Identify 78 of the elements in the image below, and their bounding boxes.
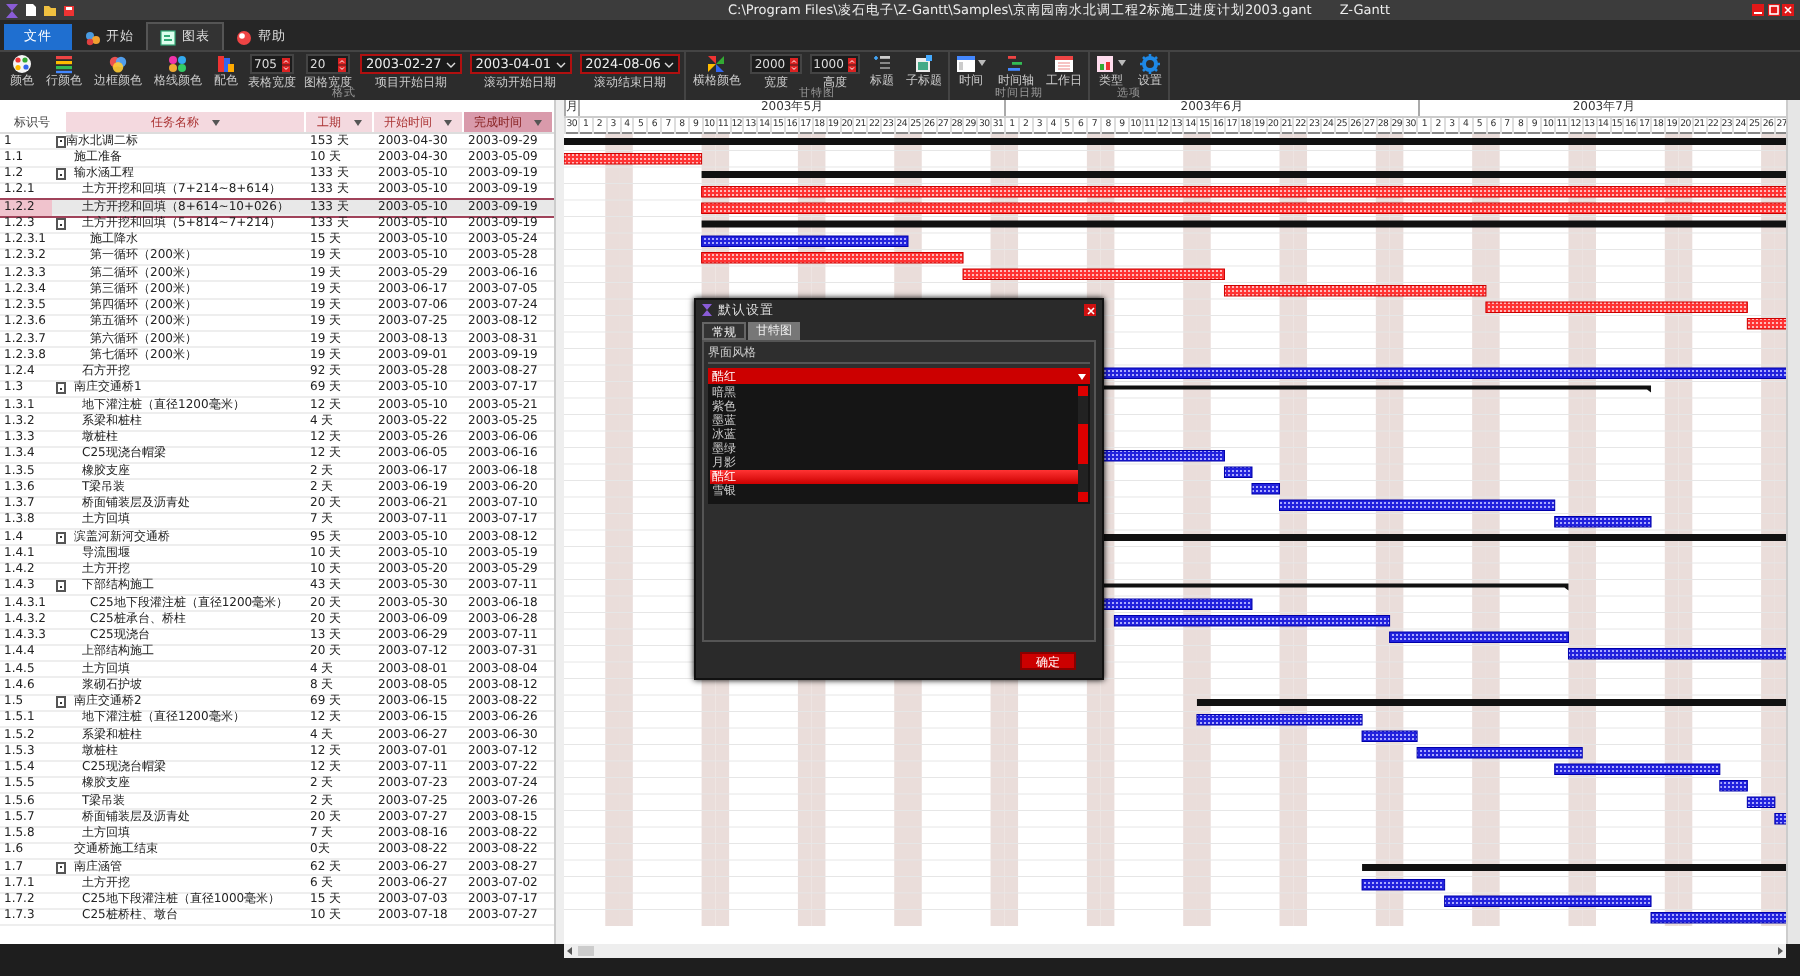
picture-frame-icon <box>1095 53 1116 73</box>
caret-icon <box>1117 60 1126 66</box>
timeline-icon <box>1005 53 1026 73</box>
task-bar[interactable] <box>1113 615 1391 627</box>
task-bar[interactable] <box>1444 895 1652 907</box>
task-bar[interactable] <box>1279 499 1556 511</box>
close-icon <box>1782 4 1794 16</box>
collapse-icon[interactable] <box>56 580 66 593</box>
task-bar[interactable] <box>1554 763 1721 775</box>
task-bar[interactable] <box>1650 912 1786 924</box>
close-icon <box>1085 305 1095 315</box>
task-bar[interactable] <box>1746 796 1776 808</box>
new-file-button[interactable] <box>26 4 36 16</box>
calendar-icon <box>955 53 976 73</box>
caret-icon <box>1078 373 1086 379</box>
task-bar[interactable] <box>1223 466 1253 478</box>
title-icon <box>871 53 892 73</box>
chevron-icon <box>445 61 456 67</box>
collapse-icon[interactable] <box>56 531 66 544</box>
folder-icon <box>44 5 56 15</box>
scroll-thumb[interactable] <box>578 946 594 956</box>
task-bar[interactable] <box>1416 747 1583 759</box>
close-button[interactable] <box>1782 4 1794 16</box>
collapse-icon[interactable] <box>56 696 66 709</box>
scrollbar[interactable] <box>1078 386 1088 502</box>
chevron-icon <box>555 61 566 67</box>
collapse-icon[interactable] <box>56 217 66 230</box>
save-button[interactable] <box>64 5 74 15</box>
dropdown-icon <box>534 119 542 125</box>
chevron-icon <box>664 61 675 67</box>
help-icon <box>236 29 252 45</box>
scroll-right-icon <box>1776 946 1784 956</box>
task-bar[interactable] <box>1554 516 1652 528</box>
task-bar[interactable] <box>1361 879 1446 891</box>
color-dots-icon <box>168 53 188 73</box>
task-bar[interactable] <box>1719 780 1748 792</box>
caret-icon <box>977 60 986 66</box>
collapse-icon[interactable] <box>56 382 66 395</box>
maximize-button[interactable] <box>1767 4 1779 16</box>
chart-icon <box>160 29 176 45</box>
swatch-icon <box>216 53 236 73</box>
spinner-icon <box>282 57 290 71</box>
calendar-grid-icon <box>1053 53 1074 73</box>
gear-icon <box>1139 53 1160 73</box>
dropdown-icon <box>353 119 361 125</box>
minimize-button[interactable] <box>1752 4 1764 16</box>
rows-icon <box>54 53 74 73</box>
new-file-icon <box>26 4 36 16</box>
task-bar[interactable] <box>1196 714 1363 726</box>
task-bar[interactable] <box>1774 813 1786 825</box>
task-bar[interactable] <box>1251 483 1280 495</box>
pinwheel-icon <box>706 53 727 73</box>
dropdown-icon <box>211 119 219 125</box>
scroll-left-icon <box>566 946 574 956</box>
collapse-icon[interactable] <box>56 861 66 874</box>
task-bar[interactable] <box>1389 631 1569 643</box>
save-icon <box>64 5 74 15</box>
splitter-handle[interactable] <box>554 100 564 944</box>
spinner-icon <box>847 57 856 71</box>
maximize-icon <box>1767 4 1779 16</box>
dots-icon <box>84 29 100 45</box>
collapse-icon[interactable] <box>56 168 66 181</box>
scroll-thumb[interactable] <box>1078 424 1088 464</box>
task-bar[interactable] <box>701 235 909 247</box>
close-button[interactable] <box>1084 304 1096 316</box>
scrollbar[interactable] <box>1786 100 1800 944</box>
spinner-icon <box>338 57 346 71</box>
subtitle-icon <box>913 53 934 73</box>
open-folder-button[interactable] <box>44 5 56 15</box>
collapse-icon[interactable] <box>56 135 66 148</box>
task-bar[interactable] <box>1361 730 1418 742</box>
spinner-icon <box>789 57 798 71</box>
color-circles-icon <box>108 53 128 73</box>
palette-icon <box>12 53 32 73</box>
task-bar[interactable] <box>1567 648 1786 660</box>
dropdown-icon <box>444 119 452 125</box>
logo-icon <box>6 3 18 17</box>
scrollbar[interactable] <box>564 944 1786 958</box>
